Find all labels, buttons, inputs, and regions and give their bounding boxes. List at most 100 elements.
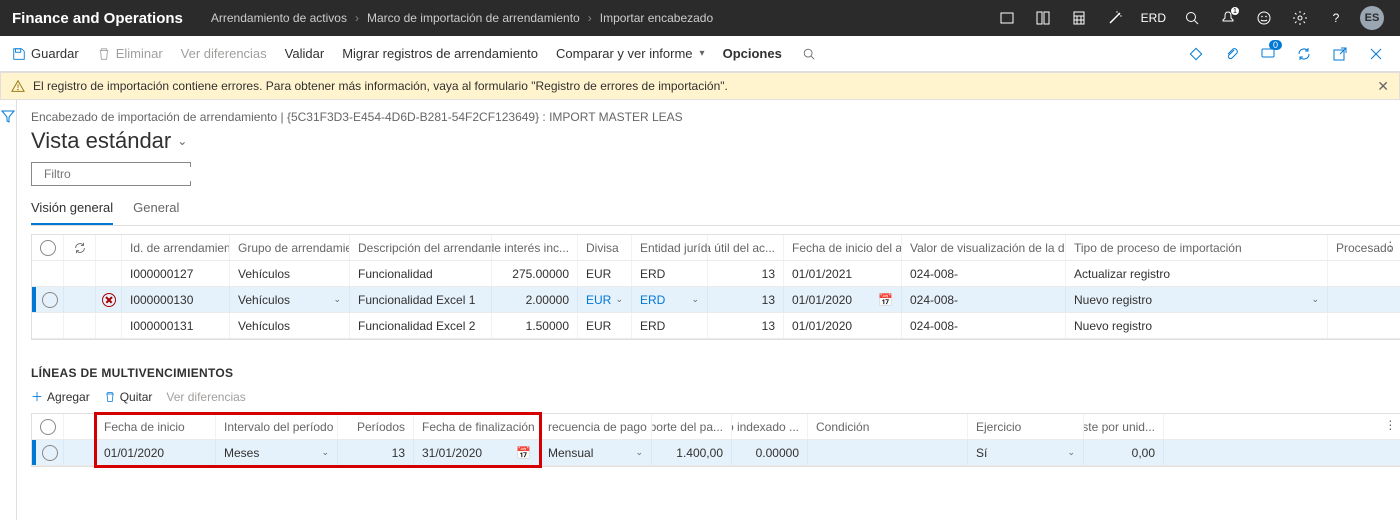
cell-exercise[interactable]: Sí⌄ [968, 440, 1084, 465]
funnel-icon[interactable] [0, 108, 16, 520]
window-icon[interactable] [991, 2, 1023, 34]
cell-dim-display[interactable]: 024-008- [902, 313, 1066, 338]
chevron-down-icon[interactable]: ⌄ [333, 294, 341, 305]
chevron-down-icon[interactable]: ⌄ [1067, 447, 1075, 458]
crumb-1[interactable]: Arrendamiento de activos [211, 11, 347, 25]
cell-start-date[interactable]: 01/01/2020📅 [784, 287, 902, 312]
select-all-checkbox[interactable] [40, 240, 56, 256]
cell-frequency[interactable]: Mensual⌄ [540, 440, 652, 465]
cell-legal[interactable]: ERD [632, 313, 708, 338]
cell-group[interactable]: Vehículos [230, 313, 350, 338]
view-selector[interactable]: Vista estándar⌄ [31, 128, 1400, 154]
cell-life[interactable]: 13 [708, 261, 784, 286]
cell-processed[interactable] [1328, 287, 1400, 312]
cell-process-type[interactable]: Nuevo registro⌄ [1066, 287, 1328, 312]
filter-input[interactable] [44, 167, 199, 181]
calendar-icon[interactable]: 📅 [878, 293, 893, 307]
col-currency[interactable]: Divisa [578, 235, 632, 260]
col-desc[interactable]: Descripción del arrendamiento [350, 235, 492, 260]
row-checkbox[interactable] [42, 445, 58, 461]
cell-life[interactable]: 13 [708, 313, 784, 338]
cell-dim-display[interactable]: 024-008- [902, 261, 1066, 286]
cell-start-date[interactable]: 01/01/2020 [96, 440, 216, 465]
col-rate[interactable]: Tipo de interés inc... [492, 235, 578, 260]
col-start-date[interactable]: Fecha de inicio del arrend... [784, 235, 902, 260]
col-group[interactable]: Grupo de arrendamiento [230, 235, 350, 260]
cell-desc[interactable]: Funcionalidad Excel 2 [350, 313, 492, 338]
magic-wand-icon[interactable] [1099, 2, 1131, 34]
cell-amount[interactable]: 1.400,00 [652, 440, 732, 465]
cell-unit-cost[interactable]: 0,00 [1084, 440, 1164, 465]
cell-rate[interactable]: 1.50000 [492, 313, 578, 338]
tab-general[interactable]: General [133, 194, 179, 225]
cell-periods[interactable]: 13 [338, 440, 414, 465]
col-periods[interactable]: Períodos [338, 414, 414, 439]
erd-button[interactable]: ERD [1135, 2, 1172, 34]
cell-desc[interactable]: Funcionalidad Excel 1 [350, 287, 492, 312]
bell-icon[interactable]: 1 [1212, 2, 1244, 34]
refresh-icon[interactable] [1290, 40, 1318, 68]
cell-condition[interactable] [808, 440, 968, 465]
col-frequency[interactable]: recuencia de pago [540, 414, 652, 439]
col-start-date[interactable]: Fecha de inicio [96, 414, 216, 439]
col-end-date[interactable]: Fecha de finalización [414, 414, 540, 439]
more-options-icon[interactable]: ⋮ [1384, 418, 1396, 432]
cell-legal[interactable]: ERD⌄ [632, 287, 708, 312]
cell-legal[interactable]: ERD [632, 261, 708, 286]
cell-process-type[interactable]: Nuevo registro [1066, 313, 1328, 338]
table-row[interactable]: I000000131 Vehículos Funcionalidad Excel… [32, 313, 1400, 339]
col-useful-life[interactable]: Vida útil del ac... [708, 235, 784, 260]
col-process-type[interactable]: Tipo de proceso de importación [1066, 235, 1328, 260]
attachment-icon[interactable] [1218, 40, 1246, 68]
cell-start-date[interactable]: 01/01/2021 [784, 261, 902, 286]
validate-button[interactable]: Validar [283, 42, 327, 65]
cell-processed[interactable] [1328, 261, 1400, 286]
view-diff-button[interactable]: Ver diferencias [179, 42, 269, 65]
cell-processed[interactable] [1328, 313, 1400, 338]
col-condition[interactable]: Condición [808, 414, 968, 439]
messages-icon[interactable]: 0 [1254, 40, 1282, 68]
select-all-checkbox[interactable] [40, 419, 56, 435]
delete-button[interactable]: Eliminar [95, 42, 165, 65]
search-icon[interactable] [802, 47, 816, 61]
user-avatar[interactable]: ES [1356, 2, 1388, 34]
table-row[interactable]: I000000130 Vehículos⌄ Funcionalidad Exce… [32, 287, 1400, 313]
cell-rate[interactable]: 275.00000 [492, 261, 578, 286]
calculator-icon[interactable] [1063, 2, 1095, 34]
cell-lease-id[interactable]: I000000130 [122, 287, 230, 312]
search-icon[interactable] [1176, 2, 1208, 34]
col-amount[interactable]: Importe del pa... [652, 414, 732, 439]
col-unit-cost[interactable]: Coste por unid... [1084, 414, 1164, 439]
col-lease-id[interactable]: Id. de arrendamiento↑ [122, 235, 230, 260]
close-icon[interactable]: ✕ [1377, 78, 1389, 95]
cell-life[interactable]: 13 [708, 287, 784, 312]
col-index[interactable]: Tipo indexado ... [732, 414, 808, 439]
cell-start-date[interactable]: 01/01/2020 [784, 313, 902, 338]
cell-process-type[interactable]: Actualizar registro [1066, 261, 1328, 286]
table-row[interactable]: 01/01/2020 Meses⌄ 13 31/01/2020📅 Mensual… [32, 440, 1400, 466]
table-row[interactable]: I000000127 Vehículos Funcionalidad 275.0… [32, 261, 1400, 287]
cell-group[interactable]: Vehículos⌄ [230, 287, 350, 312]
tab-overview[interactable]: Visión general [31, 194, 113, 225]
close-icon[interactable] [1362, 40, 1390, 68]
col-exercise[interactable]: Ejercicio [968, 414, 1084, 439]
options-button[interactable]: Opciones [721, 42, 784, 65]
cell-rate[interactable]: 2.00000 [492, 287, 578, 312]
chevron-down-icon[interactable]: ⌄ [321, 447, 329, 458]
row-checkbox[interactable] [42, 292, 58, 308]
remove-line-button[interactable]: Quitar [104, 390, 153, 404]
add-line-button[interactable]: ＋Agregar [31, 388, 90, 405]
filter-box[interactable] [31, 162, 191, 186]
popout-icon[interactable] [1326, 40, 1354, 68]
chevron-down-icon[interactable]: ⌄ [615, 294, 623, 305]
col-dim-display[interactable]: Valor de visualización de la dimensi... [902, 235, 1066, 260]
col-interval[interactable]: Intervalo del período [216, 414, 338, 439]
diamond-icon[interactable] [1182, 40, 1210, 68]
col-legal-entity[interactable]: Entidad jurídica [632, 235, 708, 260]
crumb-3[interactable]: Importar encabezado [600, 11, 713, 25]
chevron-down-icon[interactable]: ⌄ [1311, 294, 1319, 305]
diff-lines-button[interactable]: Ver diferencias [166, 390, 245, 404]
cell-group[interactable]: Vehículos [230, 261, 350, 286]
chevron-down-icon[interactable]: ⌄ [691, 294, 699, 305]
calendar-icon[interactable]: 📅 [516, 446, 531, 460]
